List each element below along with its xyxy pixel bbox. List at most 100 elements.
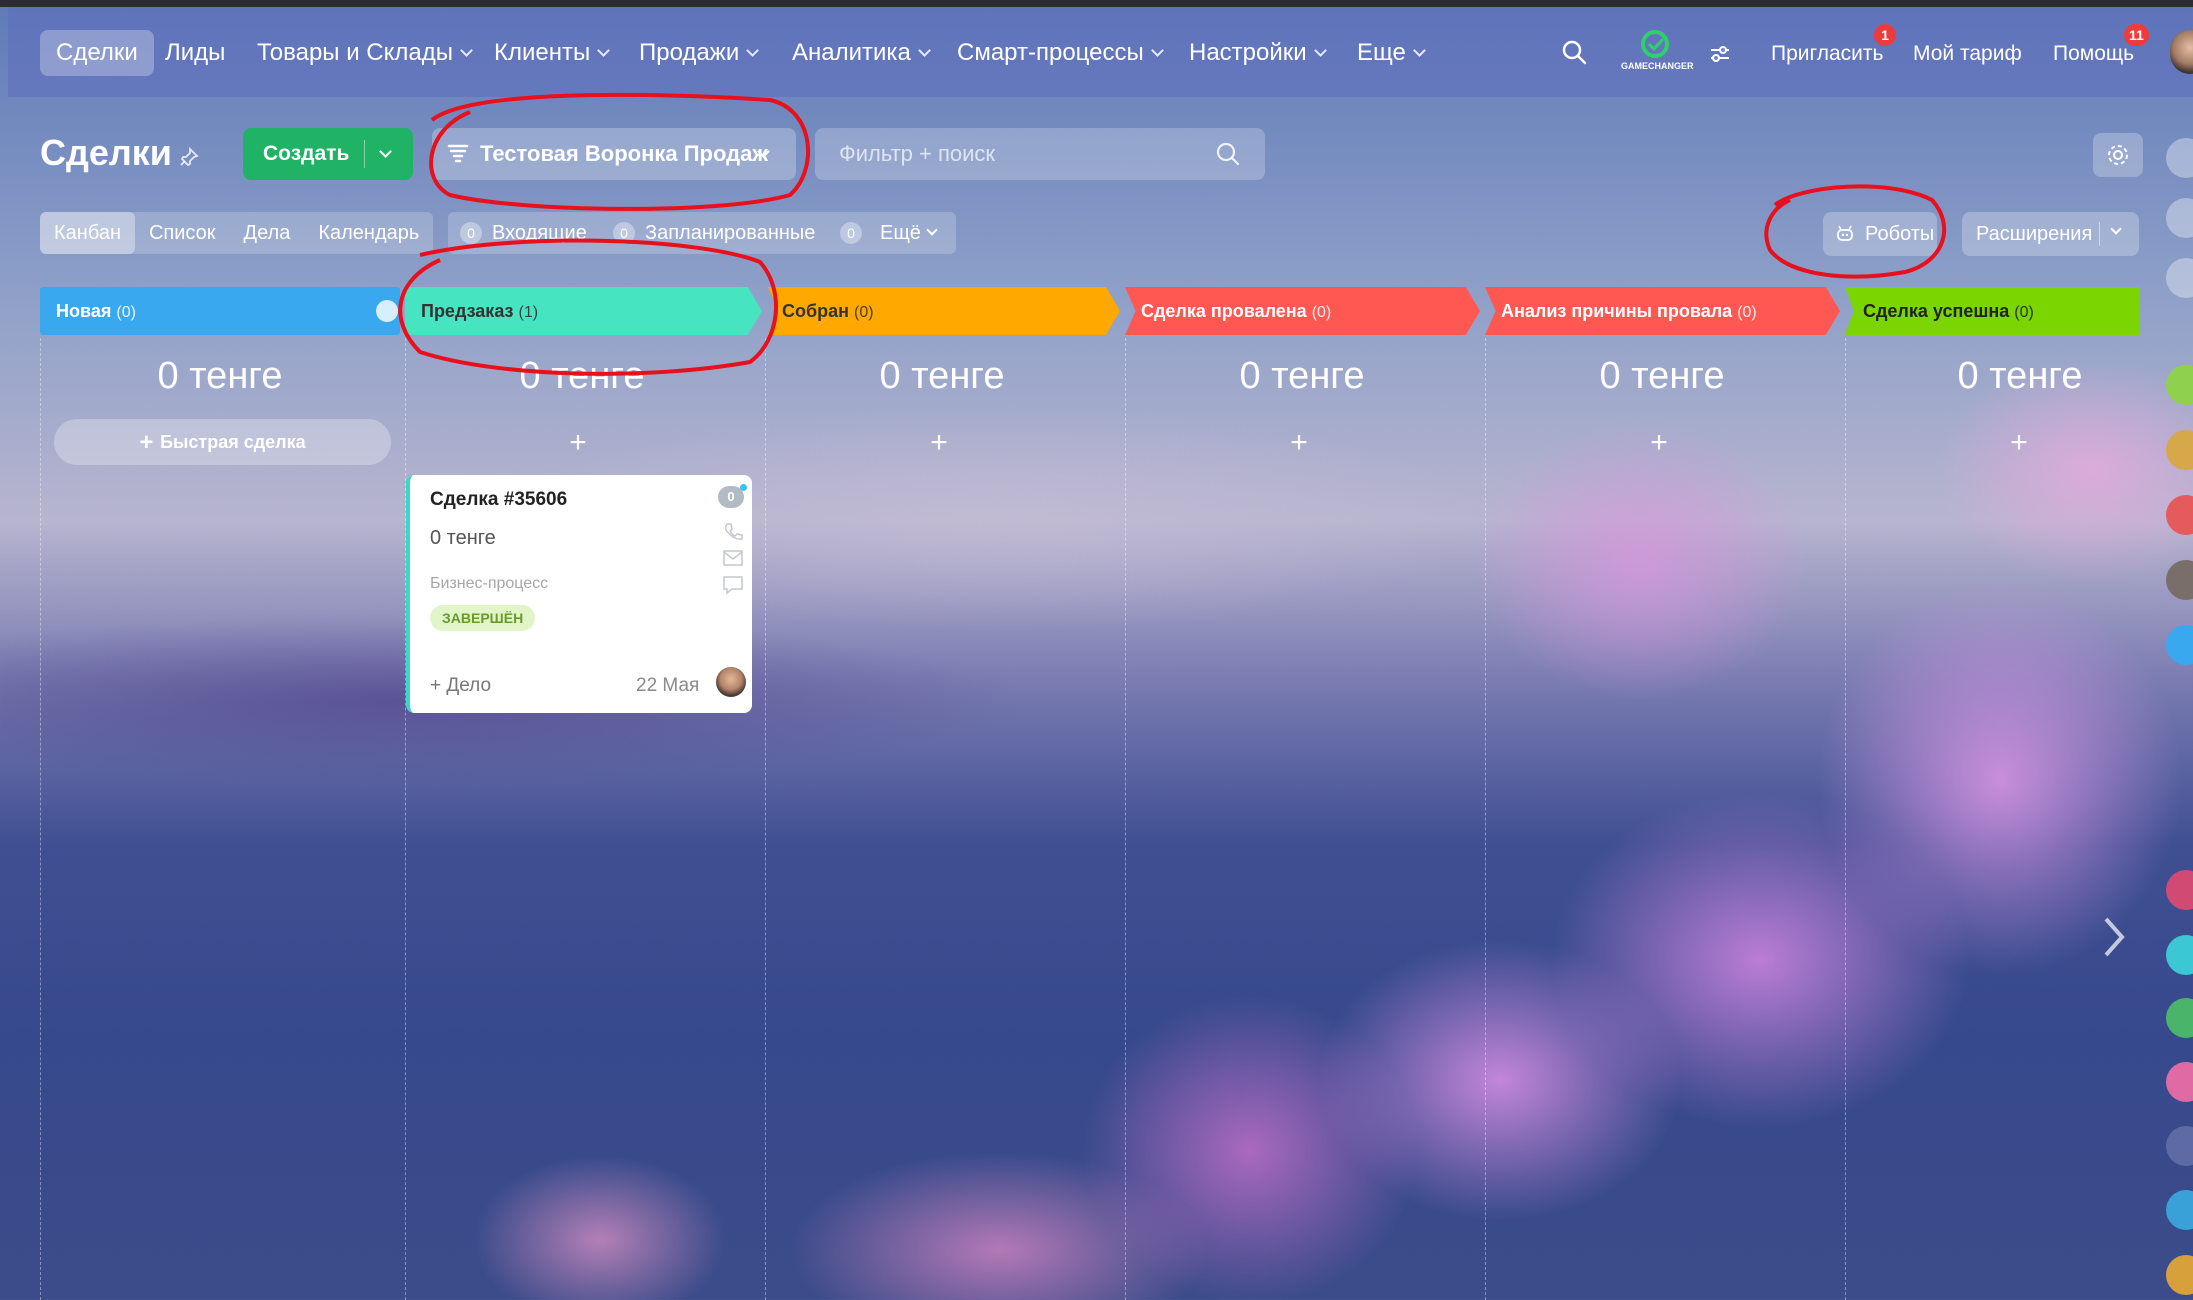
robots-label: Роботы bbox=[1865, 223, 1935, 245]
stage-preorder[interactable]: Предзаказ (1) bbox=[405, 287, 762, 335]
incoming-count: 0 bbox=[460, 222, 482, 244]
contact-avatar-icon[interactable] bbox=[2166, 870, 2193, 910]
contact-avatar-icon[interactable] bbox=[2166, 1255, 2193, 1295]
nav-analytics[interactable]: Аналитика bbox=[792, 30, 931, 76]
stage-label: Анализ причины провала (0) bbox=[1501, 301, 1757, 321]
counter-planned[interactable]: Запланированные bbox=[645, 212, 815, 254]
deal-amount: 0 тенге bbox=[430, 527, 496, 549]
contact-avatar-icon[interactable] bbox=[2166, 365, 2193, 405]
nav-smart-processes[interactable]: Смарт-процессы bbox=[957, 30, 1164, 76]
funnel-label: Тестовая Воронка Продаж bbox=[480, 141, 768, 166]
add-deal-plus-icon[interactable]: + bbox=[909, 425, 969, 461]
stage-label: Предзаказ (1) bbox=[421, 301, 539, 321]
tab-list[interactable]: Список bbox=[135, 212, 230, 254]
view-switcher: Канбан Список Дела Календарь bbox=[40, 212, 434, 254]
stage-failure-analysis[interactable]: Анализ причины провала (0) bbox=[1485, 287, 1840, 335]
stage-label: Собран (0) bbox=[782, 301, 874, 321]
stage-sum: 0 тенге bbox=[519, 355, 645, 397]
pin-icon[interactable] bbox=[178, 146, 200, 168]
deal-card[interactable]: Сделка #35606 0 тенге Бизнес-процесс ЗАВ… bbox=[406, 475, 752, 713]
stage-deal-won[interactable]: Сделка успешна (0) bbox=[1845, 287, 2140, 335]
robots-button[interactable]: Роботы bbox=[1823, 212, 1937, 256]
contact-avatar-icon[interactable] bbox=[2166, 1126, 2193, 1166]
column-divider bbox=[1845, 338, 1846, 1300]
invite-button[interactable]: Пригласить bbox=[1771, 36, 1883, 72]
phone-icon[interactable] bbox=[722, 521, 744, 543]
robot-icon bbox=[1837, 225, 1853, 241]
stage-add-icon[interactable] bbox=[376, 300, 398, 322]
contact-avatar-icon[interactable] bbox=[2166, 495, 2193, 535]
filter-search-input[interactable] bbox=[839, 128, 1199, 180]
search-icon[interactable] bbox=[1560, 38, 1588, 66]
notifications-icon[interactable] bbox=[2166, 138, 2193, 178]
page-title: Сделки bbox=[40, 132, 172, 173]
chevron-down-icon[interactable] bbox=[379, 145, 392, 158]
logo-text: GAMECHANGER bbox=[1621, 61, 1694, 71]
contact-avatar-icon[interactable] bbox=[2166, 1062, 2193, 1102]
quick-deal-button[interactable]: + Быстрая сделка bbox=[54, 419, 391, 465]
tab-calendar[interactable]: Календарь bbox=[304, 212, 433, 254]
nav-sales[interactable]: Продажи bbox=[639, 30, 760, 76]
add-deal-plus-icon[interactable]: + bbox=[1269, 425, 1329, 461]
settings-button[interactable] bbox=[2093, 133, 2143, 177]
stage-label: Сделка провалена (0) bbox=[1141, 301, 1332, 321]
stage-label: Сделка успешна (0) bbox=[1863, 301, 2034, 321]
stage-assembled[interactable]: Собран (0) bbox=[768, 287, 1120, 335]
nav-settings[interactable]: Настройки bbox=[1189, 30, 1327, 76]
my-tariff-button[interactable]: Мой тариф bbox=[1913, 36, 2022, 72]
nav-deals[interactable]: Сделки bbox=[40, 30, 154, 76]
chevron-down-icon[interactable] bbox=[926, 224, 938, 236]
counter-more[interactable]: Ещё bbox=[880, 212, 921, 254]
column-divider bbox=[1125, 338, 1126, 1300]
filter-search[interactable] bbox=[815, 128, 1265, 180]
gamechanger-logo[interactable]: GAMECHANGER bbox=[1615, 30, 1695, 74]
nav-clients[interactable]: Клиенты bbox=[494, 30, 611, 76]
create-button[interactable]: Создать bbox=[243, 128, 413, 180]
column-divider bbox=[40, 338, 41, 1300]
nav-more[interactable]: Еще bbox=[1357, 30, 1426, 76]
funnel-selector[interactable]: Тестовая Воронка Продаж bbox=[432, 128, 796, 180]
contact-avatar-icon[interactable] bbox=[2166, 625, 2193, 665]
stage-sum: 0 тенге bbox=[157, 355, 283, 397]
help-badge: 11 bbox=[2124, 24, 2149, 46]
add-deal-plus-icon[interactable]: + bbox=[548, 425, 608, 461]
search-icon[interactable] bbox=[1215, 141, 1241, 167]
stage-sum: 0 тенге bbox=[1239, 355, 1365, 397]
chevron-down-icon bbox=[597, 44, 611, 57]
chevron-down-icon bbox=[1313, 44, 1327, 57]
nav-products-warehouses[interactable]: Товары и Склады bbox=[257, 30, 473, 76]
gear-icon bbox=[2108, 145, 2128, 165]
sliders-icon[interactable] bbox=[1708, 42, 1732, 66]
contact-avatar-icon[interactable] bbox=[2166, 998, 2193, 1038]
chevron-down-icon[interactable] bbox=[2110, 223, 2122, 235]
email-icon[interactable] bbox=[722, 549, 744, 567]
chat-sidebar-icon[interactable] bbox=[2166, 258, 2193, 298]
chevron-down-icon bbox=[460, 44, 473, 57]
status-badge: ЗАВЕРШЁН bbox=[430, 605, 536, 631]
help-button[interactable]: Помощь bbox=[2053, 36, 2134, 72]
add-deal-plus-icon[interactable]: + bbox=[1989, 425, 2049, 461]
nav-leads[interactable]: Лиды bbox=[165, 30, 225, 76]
invite-badge: 1 bbox=[1874, 24, 1896, 46]
tab-kanban[interactable]: Канбан bbox=[40, 212, 135, 254]
deal-title[interactable]: Сделка #35606 bbox=[430, 489, 567, 511]
add-deal-plus-icon[interactable]: + bbox=[1629, 425, 1689, 461]
add-task-link[interactable]: + Дело bbox=[430, 675, 491, 697]
contact-avatar-icon[interactable] bbox=[2166, 430, 2193, 470]
counter-incoming[interactable]: Входящие bbox=[492, 212, 587, 254]
contact-avatar-icon[interactable] bbox=[2166, 560, 2193, 600]
stage-new[interactable]: Новая (0) bbox=[40, 287, 400, 335]
scroll-right-icon[interactable] bbox=[2098, 915, 2128, 959]
create-label: Создать bbox=[263, 142, 350, 165]
window-top-edge bbox=[0, 0, 2193, 7]
more-count: 0 bbox=[840, 222, 862, 244]
extensions-button[interactable]: Расширения bbox=[1962, 212, 2139, 256]
tab-activities[interactable]: Дела bbox=[230, 212, 305, 254]
contact-avatar-icon[interactable] bbox=[2166, 1190, 2193, 1230]
avatar[interactable] bbox=[716, 667, 746, 697]
chat-icon[interactable] bbox=[722, 574, 744, 596]
extensions-divider bbox=[2099, 222, 2100, 246]
contact-avatar-icon[interactable] bbox=[2166, 935, 2193, 975]
sync-icon[interactable] bbox=[2166, 198, 2193, 238]
stage-deal-failed[interactable]: Сделка провалена (0) bbox=[1125, 287, 1480, 335]
